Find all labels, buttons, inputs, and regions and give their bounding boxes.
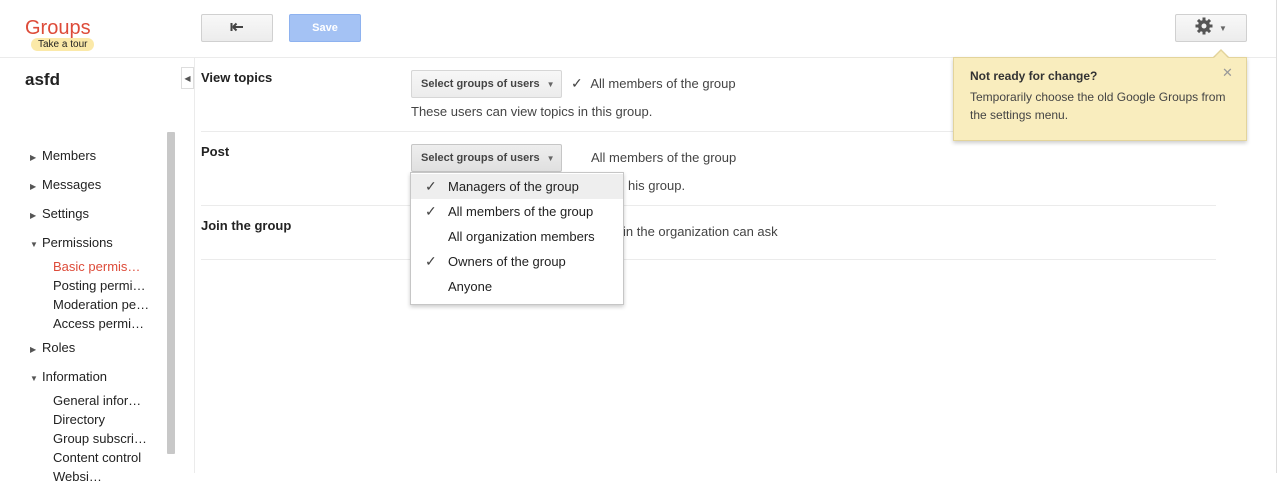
sidebar-subitem-moderation-permissions[interactable]: Moderation pe… (53, 297, 153, 312)
sidebar-item-label: Information (42, 369, 108, 384)
join-group-label: Join the group (201, 218, 292, 233)
menu-item-all-members[interactable]: ✓ All members of the group (411, 199, 623, 224)
check-icon: ✓ (425, 203, 437, 219)
select-button-label: Select groups of users (421, 152, 540, 164)
join-group-description: in the organization can ask (623, 224, 778, 239)
row-divider (201, 205, 1216, 206)
select-button-label: Select groups of users (421, 78, 540, 90)
menu-item-label: Anyone (448, 279, 493, 294)
change-notice: Not ready for change? Temporarily choose… (953, 57, 1247, 141)
back-arrow-icon (230, 19, 244, 37)
chevron-left-icon: ◀ (184, 73, 191, 83)
post-label: Post (201, 144, 230, 159)
take-a-tour-link[interactable]: Take a tour (31, 38, 95, 51)
sidebar-subitem-access-permissions[interactable]: Access permi… (53, 316, 153, 331)
view-topics-value: ✓ All members of the group (571, 75, 736, 92)
sidebar-subitem-general-information[interactable]: General infor… (53, 393, 153, 408)
sidebar-item-label: Roles (42, 340, 76, 355)
settings-button[interactable]: ▼ (1175, 14, 1247, 42)
groups-dropdown-menu: ✓ Managers of the group ✓ All members of… (410, 172, 624, 305)
expand-arrow-icon: ▶ (30, 211, 37, 220)
menu-item-anyone[interactable]: Anyone (411, 274, 623, 299)
menu-item-owners[interactable]: ✓ Owners of the group (411, 249, 623, 274)
post-description: his group. (628, 178, 686, 193)
check-icon: ✓ (571, 75, 583, 91)
sidebar-scrollbar[interactable] (167, 132, 175, 454)
sidebar-subitem-website[interactable]: Websi… (53, 469, 153, 484)
view-topics-description: These users can view topics in this grou… (411, 104, 653, 119)
sidebar-item-roles[interactable]: ▶ Roles (30, 340, 75, 355)
back-button[interactable] (201, 14, 273, 42)
sidebar-item-information[interactable]: ▼ Information (30, 369, 107, 384)
sidebar-subitem-basic-permissions[interactable]: Basic permis… (53, 259, 153, 274)
sidebar-subitem-content-control[interactable]: Content control (53, 450, 153, 465)
group-name: asfd (25, 70, 60, 89)
sidebar-item-members[interactable]: ▶ Members (30, 148, 96, 163)
sidebar-item-messages[interactable]: ▶ Messages (30, 177, 101, 192)
menu-item-all-organization-members[interactable]: All organization members (411, 224, 623, 249)
sidebar-subitem-group-subscription[interactable]: Group subscri… (53, 431, 153, 446)
sidebar-subitem-posting-permissions[interactable]: Posting permi… (53, 278, 153, 293)
notice-pointer-fill (1213, 51, 1229, 59)
chevron-down-icon: ▼ (546, 79, 555, 89)
check-icon: ✓ (425, 253, 437, 269)
save-button[interactable]: Save (289, 14, 361, 42)
notice-body: Temporarily choose the old Google Groups… (970, 90, 1226, 122)
sidebar-border (194, 58, 195, 473)
collapse-sidebar-button[interactable]: ◀ (181, 67, 194, 89)
expand-arrow-icon: ▶ (30, 153, 37, 162)
sidebar-subitem-directory[interactable]: Directory (53, 412, 153, 427)
post-value: All members of the group (591, 150, 737, 165)
sidebar-item-settings[interactable]: ▶ Settings (30, 206, 89, 221)
view-topics-label: View topics (201, 70, 273, 85)
menu-item-label: All members of the group (448, 204, 594, 219)
sidebar-item-label: Messages (42, 177, 102, 192)
sidebar-item-label: Settings (42, 206, 89, 221)
close-icon[interactable]: ✕ (1222, 65, 1233, 81)
sidebar-item-permissions[interactable]: ▼ Permissions (30, 235, 113, 250)
collapse-arrow-icon: ▼ (30, 240, 38, 249)
menu-item-managers[interactable]: ✓ Managers of the group (411, 174, 623, 199)
gear-icon (1195, 17, 1213, 40)
row-divider (201, 259, 1216, 260)
menu-item-label: All organization members (448, 229, 595, 244)
groups-logo[interactable]: Groups (25, 17, 91, 40)
view-topics-select-button[interactable]: Select groups of users ▼ (411, 70, 562, 98)
collapse-arrow-icon: ▼ (30, 374, 38, 383)
notice-title: Not ready for change? (970, 69, 1098, 83)
chevron-down-icon: ▼ (1219, 23, 1227, 33)
post-select-button[interactable]: Select groups of users ▼ (411, 144, 562, 172)
menu-item-label: Managers of the group (448, 179, 579, 194)
chevron-down-icon: ▼ (546, 153, 555, 163)
sidebar-item-label: Permissions (42, 235, 113, 250)
selected-value-text: All members of the group (590, 76, 736, 91)
check-icon: ✓ (425, 178, 437, 194)
expand-arrow-icon: ▶ (30, 345, 37, 354)
menu-item-label: Owners of the group (448, 254, 566, 269)
sidebar-item-label: Members (42, 148, 97, 163)
expand-arrow-icon: ▶ (30, 182, 37, 191)
